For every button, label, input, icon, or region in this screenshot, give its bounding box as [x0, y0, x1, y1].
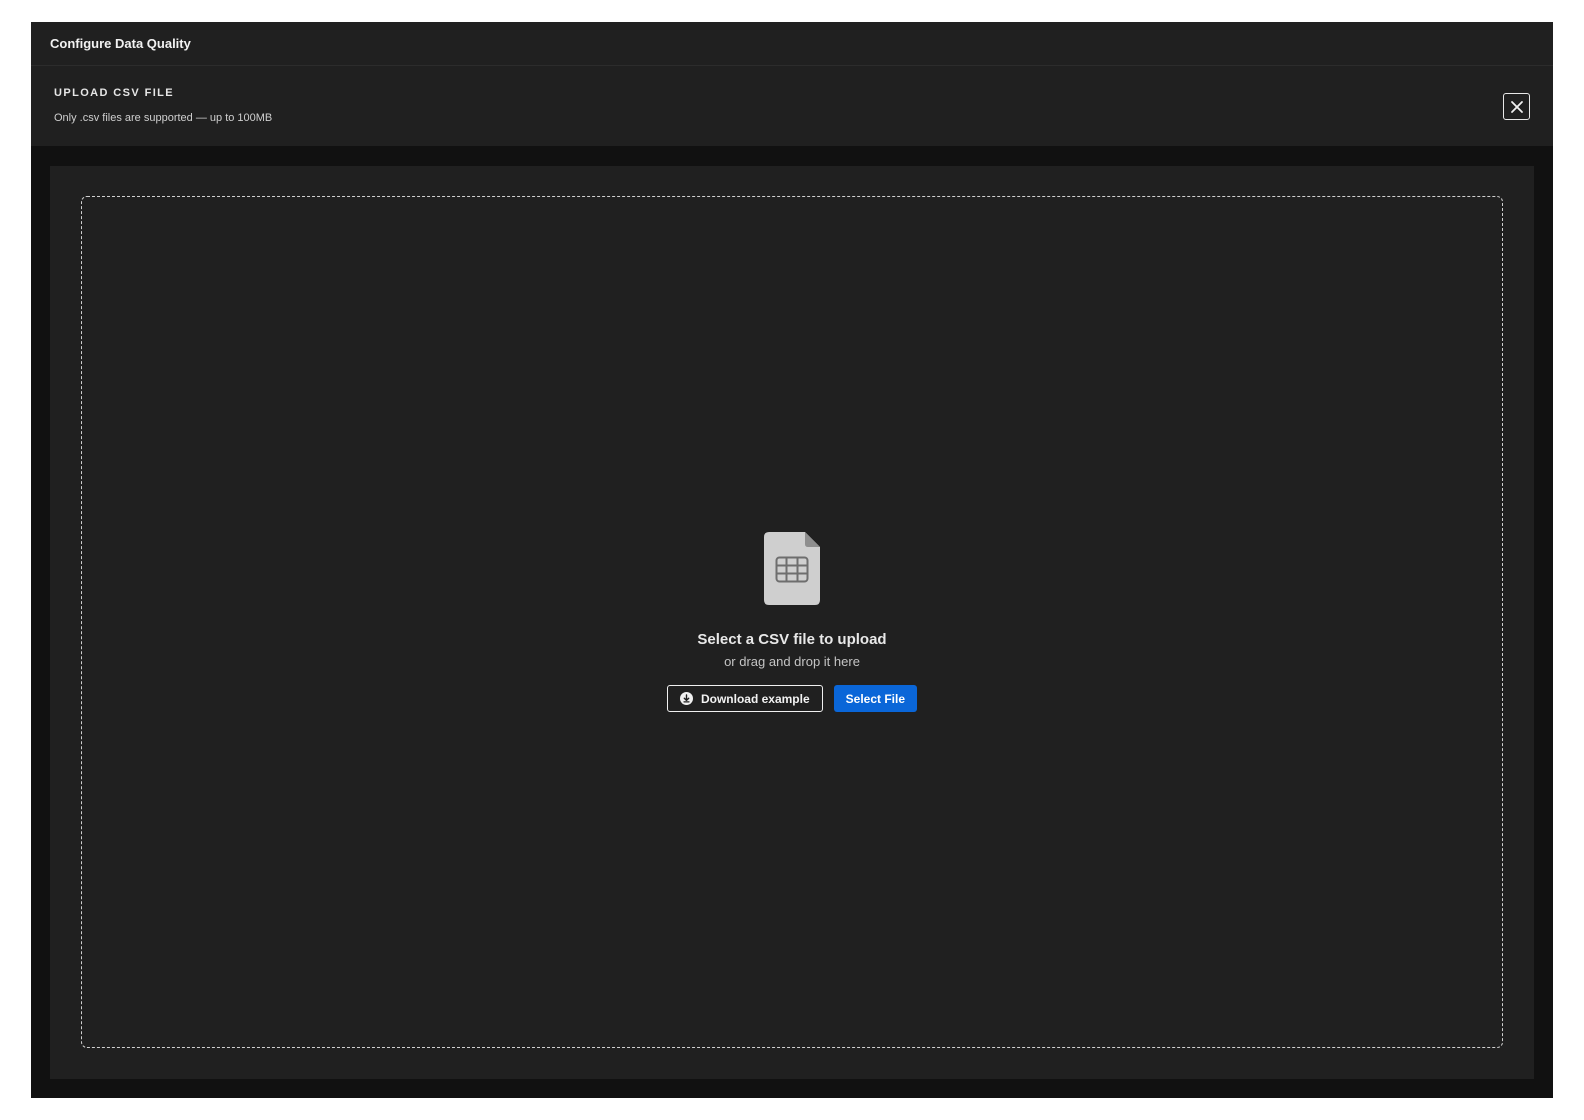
download-example-label: Download example	[700, 691, 810, 706]
close-button[interactable]	[1503, 93, 1530, 120]
dialog-header: UPLOAD CSV FILE Only .csv files are supp…	[31, 66, 1553, 146]
csv-file-icon	[763, 532, 821, 611]
dialog-heading: UPLOAD CSV FILE	[54, 87, 175, 99]
title-bar: Configure Data Quality	[31, 22, 1553, 66]
close-icon	[1510, 100, 1523, 113]
upload-dialog-window: Configure Data Quality UPLOAD CSV FILE O…	[31, 22, 1553, 1098]
window-title: Configure Data Quality	[50, 36, 191, 51]
file-dropzone[interactable]: Select a CSV file to upload or drag and …	[81, 196, 1503, 1048]
upload-prompt-subtitle: or drag and drop it here	[724, 654, 860, 669]
upload-content-panel: Select a CSV file to upload or drag and …	[50, 166, 1534, 1079]
upload-actions: Download example Select File	[666, 685, 918, 712]
download-example-button[interactable]: Download example	[666, 685, 823, 712]
upload-prompt-title: Select a CSV file to upload	[697, 631, 887, 648]
dialog-subheading: Only .csv files are supported — up to 10…	[54, 112, 273, 124]
download-icon	[679, 692, 693, 705]
select-file-button[interactable]: Select File	[833, 685, 918, 712]
